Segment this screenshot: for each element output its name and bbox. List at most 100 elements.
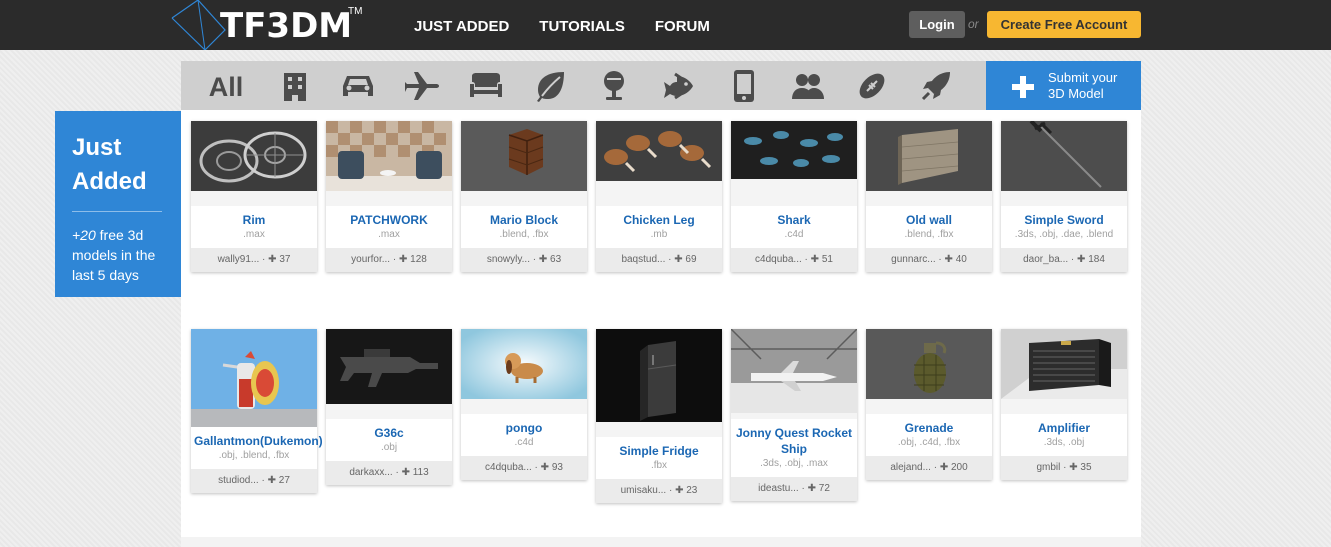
model-author[interactable]: c4dquba... (485, 462, 532, 473)
category-electronics[interactable] (722, 61, 766, 110)
download-icon: ✚ (944, 254, 953, 265)
category-furniture[interactable] (464, 61, 508, 110)
category-plants[interactable] (528, 61, 572, 110)
model-meta: baqstud... · ✚ 69 (596, 248, 722, 272)
model-meta: ideastu... · ✚ 72 (731, 477, 857, 501)
model-card-gallantmon[interactable]: Gallantmon(Dukemon) .obj, .blend, .fbx s… (191, 329, 323, 493)
model-thumbnail[interactable] (596, 329, 722, 422)
download-count: 113 (412, 467, 429, 478)
model-author[interactable]: daor_ba... (1023, 254, 1068, 265)
submit-model-button[interactable]: Submit your 3D Model (986, 61, 1141, 110)
create-account-button[interactable]: Create Free Account (987, 11, 1141, 38)
model-author[interactable]: wally91... (218, 254, 260, 265)
login-button[interactable]: Login (909, 11, 965, 38)
model-formats: .max (378, 229, 400, 240)
model-meta: snowyly... · ✚ 63 (461, 248, 587, 272)
model-title[interactable]: pongo (461, 414, 587, 436)
model-card-amplifier[interactable]: Amplifier .3ds, .obj gmbil · ✚ 35 (1001, 329, 1127, 480)
model-card-jonny-quest-rocket-ship[interactable]: Jonny Quest Rocket Ship .3ds, .obj, .max… (731, 329, 857, 501)
model-card-pongo[interactable]: pongo .c4d c4dquba... · ✚ 93 (461, 329, 587, 480)
model-title[interactable]: Grenade (866, 414, 992, 436)
model-title[interactable]: Jonny Quest Rocket Ship (731, 419, 857, 457)
model-card-chicken-leg[interactable]: Chicken Leg .mb baqstud... · ✚ 69 (596, 121, 722, 272)
model-card-mario-block[interactable]: Mario Block .blend, .fbx snowyly... · ✚ … (461, 121, 587, 272)
model-card-grenade[interactable]: Grenade .obj, .c4d, .fbx alejand... · ✚ … (866, 329, 992, 480)
model-title[interactable]: Rim (191, 206, 317, 228)
model-author[interactable]: darkaxx... (349, 467, 392, 478)
model-title[interactable]: Simple Fridge (596, 437, 722, 459)
model-title[interactable]: Simple Sword (1001, 206, 1127, 228)
model-author[interactable]: gmbil (1036, 462, 1060, 473)
model-meta: darkaxx... · ✚ 113 (326, 461, 452, 485)
or-separator: or (968, 17, 979, 31)
download-count: 23 (686, 485, 698, 496)
model-author[interactable]: gunnarc... (891, 254, 935, 265)
model-title[interactable]: G36c (326, 419, 452, 441)
phone-icon (734, 69, 754, 102)
model-meta: alejand... · ✚ 200 (866, 456, 992, 480)
model-author[interactable]: c4dquba... (755, 254, 802, 265)
model-thumbnail[interactable] (1001, 329, 1127, 399)
model-title[interactable]: PATCHWORK (326, 206, 452, 228)
logo-text: TF3DM (220, 6, 353, 46)
site-logo[interactable]: TF3DM TM (170, 0, 370, 50)
download-icon: ✚ (675, 485, 684, 496)
airplane-icon (405, 71, 439, 100)
leaf-icon (537, 71, 564, 102)
model-thumbnail[interactable] (731, 329, 857, 413)
model-card-g36c[interactable]: G36c .obj darkaxx... · ✚ 113 (326, 329, 452, 485)
divider (72, 211, 162, 212)
category-buildings[interactable] (273, 61, 317, 110)
model-card-rim[interactable]: Rim .max wally91... · ✚ 37 (191, 121, 317, 272)
model-author[interactable]: yourfor... (351, 254, 390, 265)
model-title[interactable]: Gallantmon(Dukemon) (191, 427, 323, 449)
nav-just-added[interactable]: JUST ADDED (414, 18, 509, 35)
download-count: 72 (818, 483, 830, 494)
model-author[interactable]: umisaku... (621, 485, 667, 496)
model-title[interactable]: Old wall (866, 206, 992, 228)
category-all-label: All (208, 72, 244, 102)
model-thumbnail[interactable] (191, 329, 317, 427)
category-food[interactable] (592, 61, 636, 110)
model-author[interactable]: snowyly... (487, 254, 530, 265)
model-thumbnail[interactable] (731, 121, 857, 179)
model-thumbnail[interactable] (866, 329, 992, 399)
download-icon: ✚ (939, 462, 949, 473)
model-card-old-wall[interactable]: Old wall .blend, .fbx gunnarc... · ✚ 40 (866, 121, 992, 272)
car-icon (343, 75, 373, 96)
category-cars[interactable] (336, 61, 380, 110)
model-title[interactable]: Amplifier (1001, 414, 1127, 436)
model-author[interactable]: baqstud... (621, 254, 665, 265)
download-icon: ✚ (540, 462, 550, 473)
model-title[interactable]: Mario Block (461, 206, 587, 228)
download-count: 51 (821, 254, 833, 265)
model-card-simple-fridge[interactable]: Simple Fridge .fbx umisaku... · ✚ 23 (596, 329, 722, 503)
model-author[interactable]: alejand... (890, 462, 931, 473)
model-card-shark[interactable]: Shark .c4d c4dquba... · ✚ 51 (731, 121, 857, 272)
model-thumbnail[interactable] (596, 121, 722, 181)
content-footer-edge (181, 537, 1141, 547)
model-thumbnail[interactable] (461, 329, 587, 399)
nav-tutorials[interactable]: TUTORIALS (539, 18, 625, 35)
download-icon: ✚ (538, 254, 548, 265)
model-thumbnail[interactable] (1001, 121, 1127, 191)
model-card-simple-sword[interactable]: Simple Sword .3ds, .obj, .dae, .blend da… (1001, 121, 1127, 272)
model-thumbnail[interactable] (866, 121, 992, 191)
model-author[interactable]: ideastu... (758, 483, 799, 494)
model-thumbnail[interactable] (191, 121, 317, 191)
model-thumbnail[interactable] (326, 121, 452, 191)
model-card-patchwork[interactable]: PATCHWORK .max yourfor... · ✚ 128 (326, 121, 452, 272)
nav-forum[interactable]: FORUM (655, 18, 710, 35)
category-aircraft[interactable] (400, 61, 444, 110)
category-animals[interactable] (658, 61, 702, 110)
category-characters[interactable] (786, 61, 830, 110)
category-space[interactable] (914, 61, 958, 110)
model-author[interactable]: studiod... (218, 475, 259, 486)
category-all[interactable]: All (203, 61, 249, 110)
model-title[interactable]: Shark (731, 206, 857, 228)
model-title[interactable]: Chicken Leg (596, 206, 722, 228)
category-sports[interactable] (850, 61, 894, 110)
model-thumbnail[interactable] (326, 329, 452, 404)
model-thumbnail[interactable] (461, 121, 587, 191)
model-formats: .c4d (514, 437, 534, 448)
